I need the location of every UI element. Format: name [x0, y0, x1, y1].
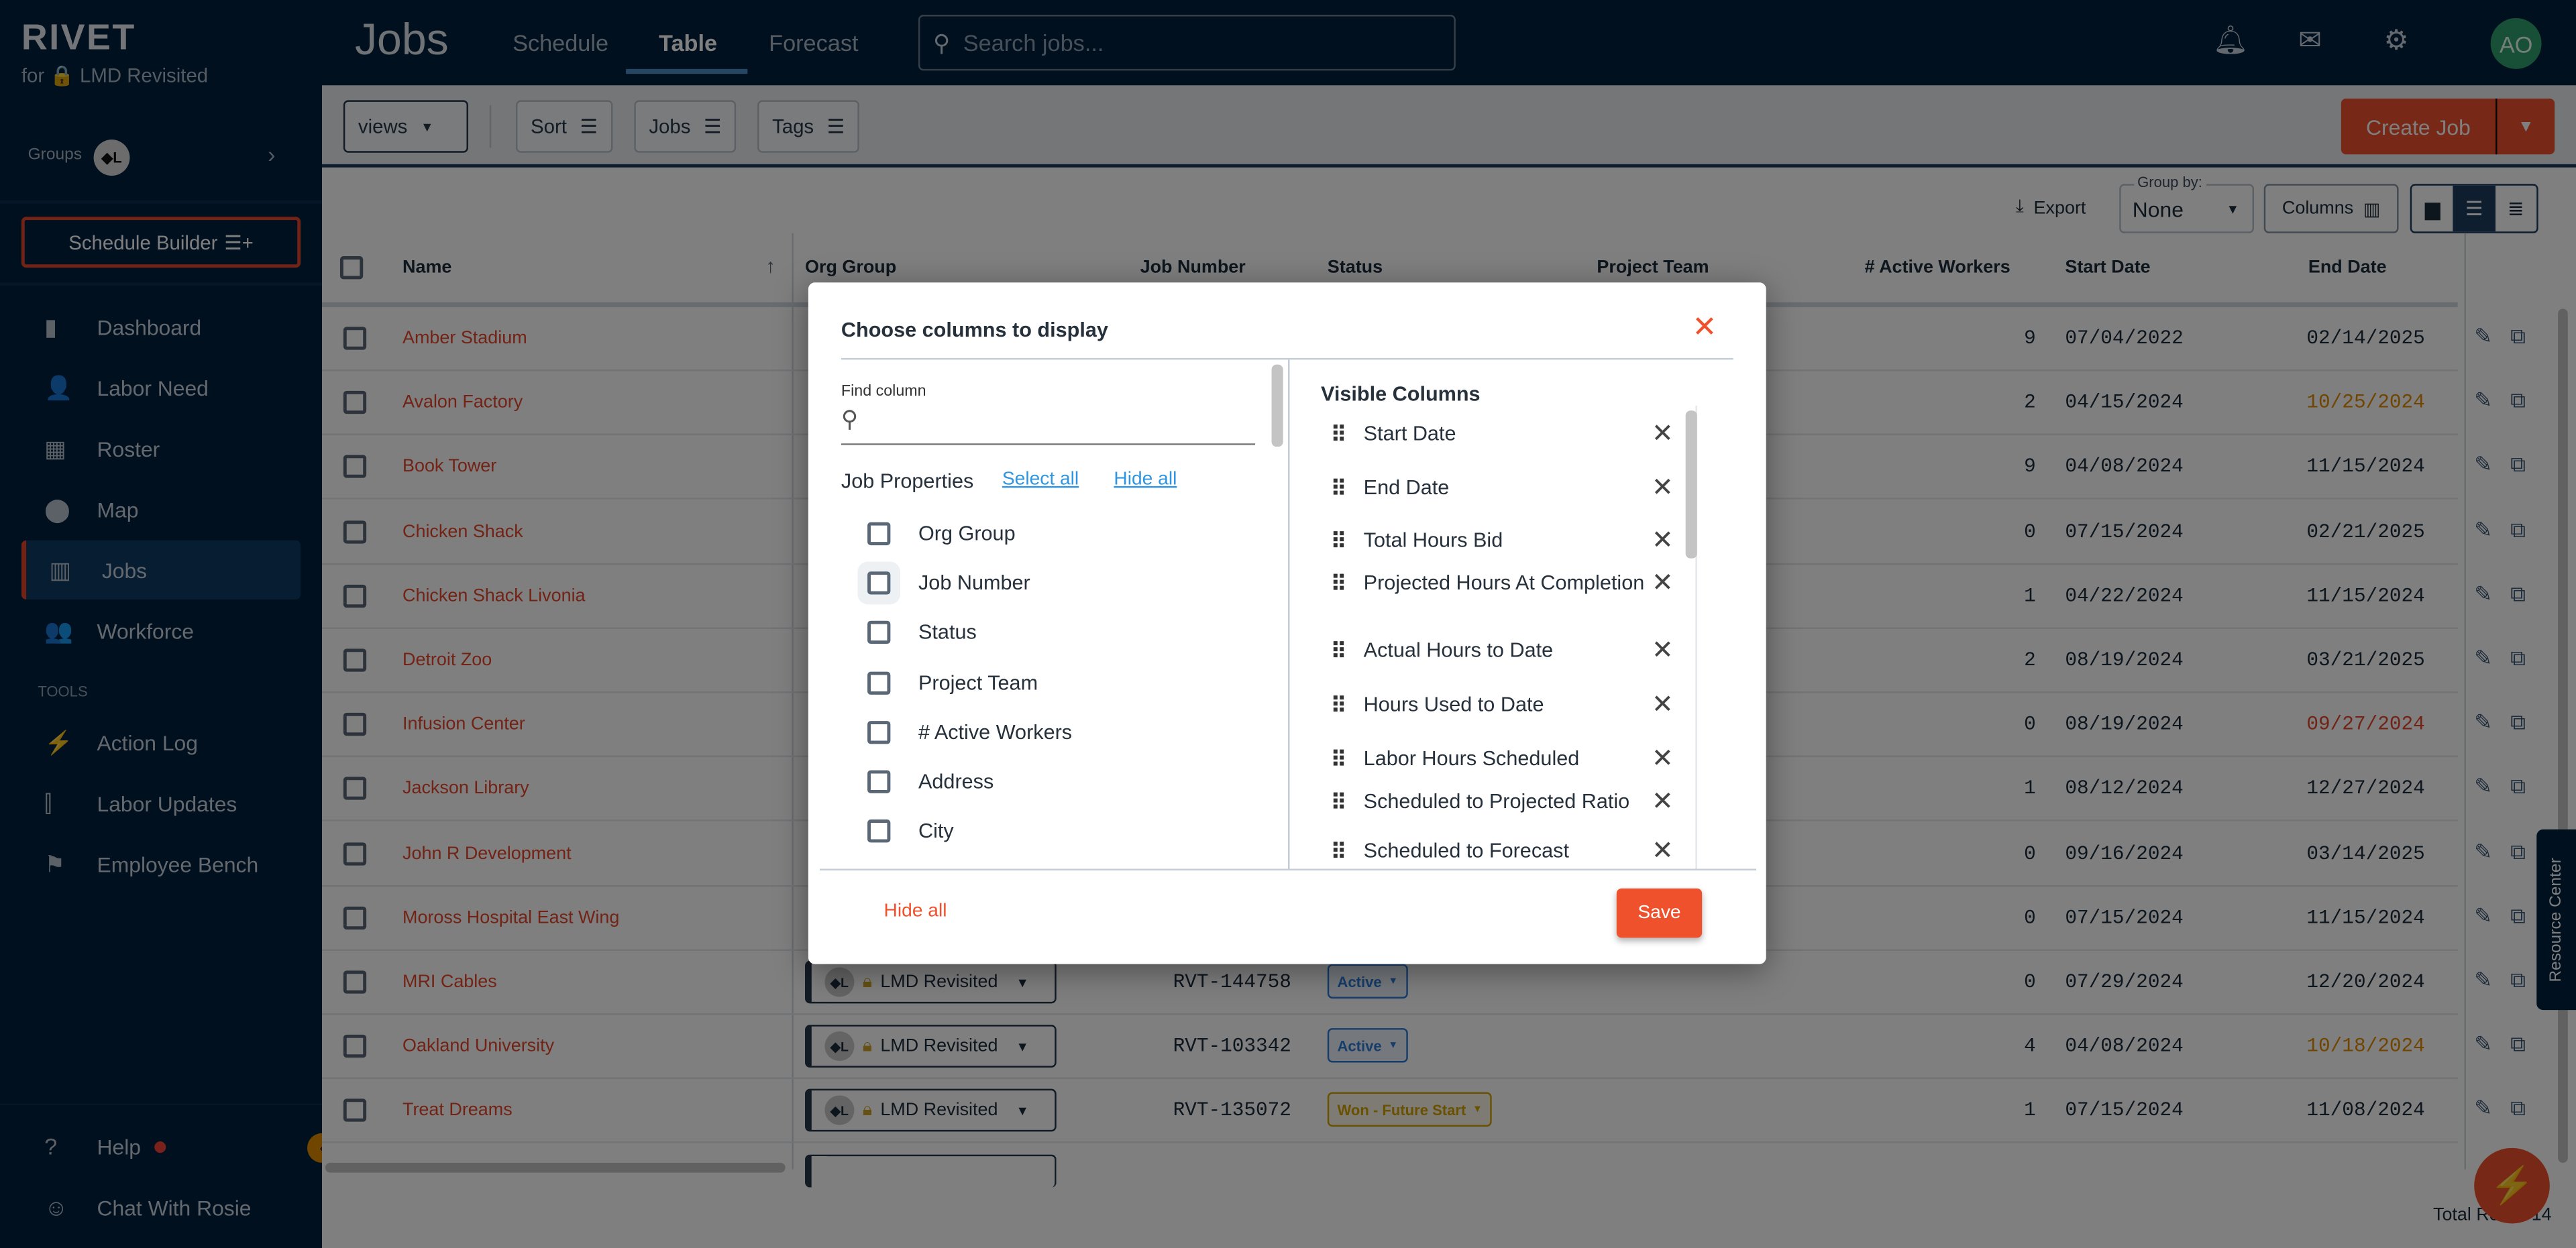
remove-column-icon[interactable]: ✕ — [1646, 475, 1679, 503]
choose-columns-dialog: Choose columns to display ✕ Find column … — [808, 282, 1766, 964]
visible-column-label: Scheduled to Projected Ratio — [1363, 789, 1630, 813]
remove-column-icon[interactable]: ✕ — [1646, 420, 1679, 449]
visible-column-label: Labor Hours Scheduled — [1363, 747, 1580, 771]
right-scrollbar[interactable] — [1685, 410, 1697, 559]
remove-column-icon[interactable]: ✕ — [1646, 746, 1679, 774]
close-icon[interactable]: ✕ — [1692, 310, 1717, 345]
dialog-title: Choose columns to display — [841, 319, 1108, 342]
checkbox[interactable] — [867, 621, 891, 644]
hide-all-link[interactable]: Hide all — [1114, 469, 1177, 489]
visible-column-label: Total Hours Bid — [1363, 528, 1503, 552]
visible-column-label: Projected Hours At Completion — [1363, 571, 1645, 595]
drag-handle-icon[interactable]: ⠿ — [1331, 527, 1364, 555]
column-option-label: Status — [918, 621, 977, 644]
column-checkbox-item[interactable]: Job Number — [867, 559, 1030, 608]
remove-column-icon[interactable]: ✕ — [1646, 637, 1679, 665]
save-button[interactable]: Save — [1616, 888, 1703, 938]
visible-columns-panel: Visible Columns ⠿ Start Date ✕ ⠿ End Date ✕ ⠿ T… — [1289, 359, 1733, 869]
column-option-label: Address — [918, 770, 994, 793]
column-checkbox-item[interactable]: Status — [867, 608, 977, 657]
visible-column-item[interactable]: ⠿ Projected Hours At Completion ✕ — [1331, 570, 1679, 598]
visible-column-label: Scheduled to Forecast — [1363, 839, 1569, 862]
remove-column-icon[interactable]: ✕ — [1646, 570, 1679, 598]
visible-column-item[interactable]: ⠿ Hours Used to Date ✕ — [1331, 691, 1679, 720]
visible-column-item[interactable]: ⠿ Total Hours Bid ✕ — [1331, 527, 1679, 555]
drag-handle-icon[interactable]: ⠿ — [1331, 789, 1364, 817]
column-checkbox-item[interactable]: City — [867, 807, 954, 856]
column-checkbox-item[interactable]: # Active Workers — [867, 707, 1072, 756]
column-checkbox-item[interactable]: Project Team — [867, 658, 1038, 707]
job-properties-panel: Find column ⚲ Job Properties Select all … — [808, 359, 1288, 868]
drag-handle-icon[interactable]: ⠿ — [1331, 475, 1364, 503]
visible-column-item[interactable]: ⠿ Actual Hours to Date ✕ — [1331, 637, 1679, 665]
left-scrollbar[interactable] — [1271, 364, 1283, 447]
visible-columns-heading: Visible Columns — [1320, 382, 1481, 406]
column-option-label: Project Team — [918, 671, 1038, 694]
find-column-input[interactable]: ⚲ — [841, 405, 1256, 445]
checkbox[interactable] — [867, 671, 891, 694]
visible-column-item[interactable]: ⠿ Start Date ✕ — [1331, 420, 1679, 449]
visible-column-item[interactable]: ⠿ End Date ✕ — [1331, 475, 1679, 503]
find-column-label: Find column — [841, 382, 926, 401]
column-option-label: City — [918, 819, 954, 843]
drag-handle-icon[interactable]: ⠿ — [1331, 570, 1364, 598]
column-checkbox-item[interactable] — [867, 856, 890, 869]
checkbox[interactable] — [867, 571, 891, 595]
drag-handle-icon[interactable]: ⠿ — [1331, 637, 1364, 665]
visible-column-item[interactable]: ⠿ Scheduled to Forecast ✕ — [1331, 838, 1679, 866]
visible-column-label: Hours Used to Date — [1363, 693, 1544, 716]
checkbox[interactable] — [867, 522, 891, 546]
drag-handle-icon[interactable]: ⠿ — [1331, 838, 1364, 866]
column-option-label: # Active Workers — [918, 720, 1073, 744]
visible-column-label: End Date — [1363, 476, 1450, 500]
visible-column-label: Actual Hours to Date — [1363, 638, 1554, 662]
checkbox[interactable] — [867, 770, 891, 793]
select-all-link[interactable]: Select all — [1002, 469, 1079, 489]
remove-column-icon[interactable]: ✕ — [1646, 691, 1679, 720]
divider — [820, 868, 1756, 870]
visible-column-label: Start Date — [1363, 422, 1456, 445]
column-checkbox-item[interactable]: Org Group — [867, 509, 1016, 558]
column-option-label: Job Number — [918, 571, 1030, 595]
remove-column-icon[interactable]: ✕ — [1646, 789, 1679, 817]
drag-handle-icon[interactable]: ⠿ — [1331, 420, 1364, 449]
visible-column-item[interactable]: ⠿ Scheduled to Projected Ratio ✕ — [1331, 789, 1679, 817]
job-properties-heading: Job Properties — [841, 469, 974, 493]
drag-handle-icon[interactable]: ⠿ — [1331, 691, 1364, 720]
drag-handle-icon[interactable]: ⠿ — [1331, 746, 1364, 774]
checkbox[interactable] — [867, 819, 891, 843]
column-checkbox-item[interactable]: Address — [867, 757, 994, 806]
remove-column-icon[interactable]: ✕ — [1646, 527, 1679, 555]
search-icon: ⚲ — [841, 405, 859, 433]
column-option-label: Org Group — [918, 522, 1016, 546]
visible-column-item[interactable]: ⠿ Labor Hours Scheduled ✕ — [1331, 746, 1679, 774]
hide-all-button[interactable]: Hide all — [884, 902, 947, 921]
remove-column-icon[interactable]: ✕ — [1646, 838, 1679, 866]
checkbox[interactable] — [867, 720, 891, 744]
